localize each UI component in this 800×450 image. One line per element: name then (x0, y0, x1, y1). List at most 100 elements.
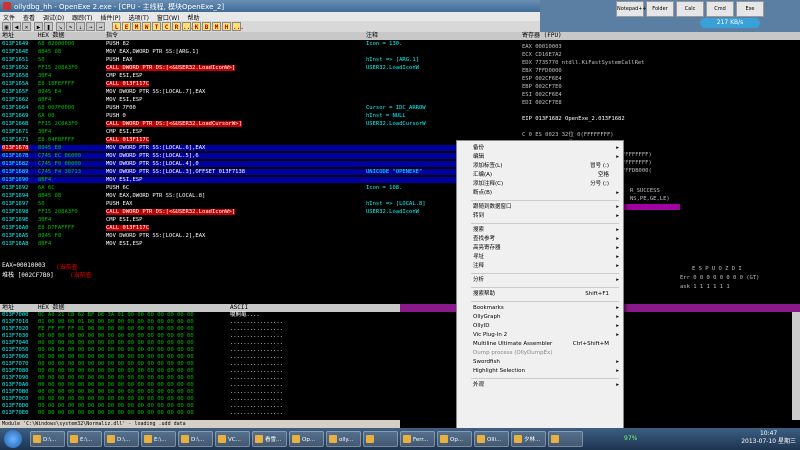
cmd-shortcut[interactable]: Cmd (706, 1, 734, 17)
restart-button[interactable]: ◀ (12, 22, 21, 31)
register-line[interactable]: C 0 ES 0023 32位 0(FFFFFFFF) (522, 132, 614, 138)
calc-shortcut[interactable]: Calc (676, 1, 704, 17)
context-menu-item[interactable]: Swordfish ▸ (457, 358, 623, 366)
context-menu-item[interactable]: 汇编(A) 空格 (457, 171, 623, 179)
disasm-row[interactable]: 013F1651 50 PUSH EAX hInst => [ARG.1] (0, 57, 520, 63)
dump-col-ascii[interactable]: ASCII (230, 304, 248, 312)
disasm-row[interactable]: 013F1694 8B45 08 MOV EAX,DWORD PTR SS:[LOC… (0, 193, 520, 199)
disasm-row[interactable]: 013F165F 8945 E4 MOV DWORD PTR SS:[LOCAL.7… (0, 89, 520, 95)
clock[interactable]: 10:47 2013-07-10 星期三 (741, 430, 796, 446)
disasm-row[interactable]: 013F1664 68 007F0000 PUSH 7F00 Cursor = IDC… (0, 105, 520, 111)
taskbar-button[interactable]: D:\... (178, 431, 213, 447)
context-menu-item[interactable]: 转到 ▸ (457, 212, 623, 220)
cpu-button[interactable]: C (162, 22, 171, 31)
run-trace-button[interactable]: ... (232, 22, 244, 31)
exe-shortcut[interactable]: Exe (736, 1, 764, 17)
register-line[interactable]: EAX 00010003 (522, 44, 562, 50)
taskbar-button[interactable]: D:\... (104, 431, 139, 447)
step-over-button[interactable]: ↷ (66, 22, 75, 31)
dump-row[interactable]: 013F7030 00 00 00 00 00 00 00 00 00 00 00… (0, 333, 400, 340)
memory-dump-pane[interactable]: 013F7000 0C A0 21 CB 62 BF DE 3A 01 00 00… (0, 312, 400, 420)
dump-row[interactable]: 013F7050 00 00 00 00 00 00 00 00 00 00 00… (0, 347, 400, 354)
context-menu-item[interactable]: 分析 ▸ (457, 276, 623, 284)
trace-into-button[interactable]: ⇣ (76, 22, 85, 31)
context-menu-item[interactable]: 寻址 ▸ (457, 253, 623, 261)
execute-till-return-button[interactable]: → (96, 22, 105, 31)
disasm-row[interactable]: 013F1697 50 PUSH EAX hInst => [LOCAL.8] (0, 201, 520, 207)
col-address[interactable]: 地址 (2, 32, 14, 40)
context-menu-item[interactable]: Vic Plug-In 2 ▸ (457, 331, 623, 339)
breakpoints-button[interactable]: B (202, 22, 211, 31)
taskbar-button[interactable]: E:\... (141, 431, 176, 447)
context-menu-item[interactable]: 查找参考 ▸ (457, 235, 623, 243)
trace-over-button[interactable]: ⇢ (86, 22, 95, 31)
pause-button[interactable]: ❚ (44, 22, 53, 31)
context-menu-item[interactable]: 搜索帮助 Shift+F1 (457, 290, 623, 298)
patches-button[interactable]: R (172, 22, 181, 31)
dump-row[interactable]: 013F7010 01 00 00 00 01 00 00 00 00 00 00… (0, 319, 400, 326)
register-line[interactable]: ESP 002CF6E4 (522, 76, 562, 82)
taskbar-button[interactable]: olly... (326, 431, 361, 447)
context-menu-item[interactable]: 编辑 ▸ (457, 153, 623, 161)
col-comment[interactable]: 注释 (366, 32, 378, 40)
context-menu-item[interactable]: 高亮寄存器 ▸ (457, 244, 623, 252)
notepad-shortcut[interactable]: Notepad++ (616, 1, 647, 17)
run-button[interactable]: ▶ (34, 22, 43, 31)
register-line[interactable]: EBP 002CF7E0 (522, 84, 562, 90)
context-menu-item[interactable]: OllyGraph ▸ (457, 313, 623, 321)
context-menu-item[interactable]: 备份 ▸ (457, 144, 623, 152)
dump-row[interactable]: 013F70E0 00 00 00 00 00 00 00 00 00 00 00… (0, 410, 400, 417)
disasm-row[interactable]: 013F1658 3BF4 CMP ESI,ESP (0, 73, 520, 79)
disassembly-pane[interactable]: 013F1649 68 82000000 PUSH 82 Icon = 130. 013… (0, 40, 520, 258)
context-menu-item[interactable]: 断点(B) ▸ (457, 189, 623, 197)
taskbar-button[interactable]: 看雪... (252, 431, 287, 447)
context-menu-item[interactable]: 搜索 ▸ (457, 226, 623, 234)
dump-row[interactable]: 013F70D0 00 00 00 00 00 00 00 00 00 00 00… (0, 403, 400, 410)
taskbar-button[interactable]: OlIi... (474, 431, 509, 447)
disasm-row[interactable]: 013F1698 FF15 208A3F0 CALL DWORD PTR DS:[<… (0, 209, 520, 215)
dump-row[interactable]: 013F7020 FE FF FF FF 01 00 00 00 00 00 00… (0, 326, 400, 333)
start-button[interactable] (4, 430, 22, 448)
open-button[interactable]: ▣ (2, 22, 11, 31)
executables-button[interactable]: E (122, 22, 131, 31)
taskbar-button[interactable]: D:\... (30, 431, 65, 447)
log-window-button[interactable]: L (112, 22, 121, 31)
dump-row[interactable]: 013F7000 0C A0 21 CB 62 BF DE 3A 01 00 00… (0, 312, 400, 319)
more-button[interactable]: ... (182, 22, 194, 31)
taskbar-button[interactable] (363, 431, 398, 447)
taskbar-button[interactable]: VC... (215, 431, 250, 447)
register-line[interactable]: EIP 013F1682 OpenExe_2.013F1682 (522, 116, 625, 122)
context-menu-item[interactable]: 添加标签(L) 冒号 (:) (457, 162, 623, 170)
call-stack-button[interactable]: K (192, 22, 201, 31)
disasm-row[interactable]: 013F16A8 8BF4 MOV ESI,ESP (0, 241, 520, 247)
taskbar-button[interactable]: Ferr... (400, 431, 435, 447)
register-line[interactable]: ESI 002CF6E4 (522, 92, 562, 98)
taskbar-button[interactable]: Op... (289, 431, 324, 447)
disasm-row[interactable]: 013F1671 3BF4 CMP ESI,ESP (0, 129, 520, 135)
disasm-row[interactable]: 013F164E 8B45 08 MOV EAX,DWORD PTR SS:[ARG… (0, 49, 520, 55)
dump-row[interactable]: 013F70B0 00 00 00 00 00 00 00 00 00 00 00… (0, 389, 400, 396)
disasm-row[interactable]: 013F1673 E8 04FBFFFF CALL 013F117C (0, 137, 520, 143)
taskbar-button[interactable] (548, 431, 583, 447)
context-menu-item[interactable]: OllyID ▸ (457, 322, 623, 330)
disasm-row[interactable]: 013F1682 C745 F0 00000 MOV DWORD PTR SS:[L… (0, 161, 520, 167)
dump-col-address[interactable]: 地址 (2, 304, 14, 312)
register-line[interactable]: EDX 7735770 ntdll.KiFastSystemCallRet (522, 60, 645, 66)
register-line[interactable]: EBX 7FFD0000 (522, 68, 562, 74)
register-line[interactable]: EDI 002CF7E8 (522, 100, 562, 106)
col-hex[interactable]: HEX 数据 (38, 32, 64, 40)
disasm-row[interactable]: 013F16A5 8945 F8 MOV DWORD PTR SS:[LOCAL.2… (0, 233, 520, 239)
disasm-row[interactable]: 013F1652 FF15 208A3F0 CALL DWORD PTR DS:[<… (0, 65, 520, 71)
windows-button[interactable]: W (142, 22, 151, 31)
context-menu-item[interactable]: Bookmarks ▸ (457, 304, 623, 312)
taskbar-button[interactable]: 夕林... (511, 431, 546, 447)
threads-button[interactable]: T (152, 22, 161, 31)
disasm-row[interactable]: 013F165A E8 1BFEFFFF CALL 013F117C (0, 81, 520, 87)
memory-map-button[interactable]: M (132, 22, 141, 31)
dump-row[interactable]: 013F7070 00 00 00 00 00 00 00 00 00 00 00… (0, 361, 400, 368)
dump-row[interactable]: 013F70C0 00 00 00 00 00 00 00 00 00 00 00… (0, 396, 400, 403)
context-menu-item[interactable]: 注释 ▸ (457, 262, 623, 270)
disasm-row[interactable]: 013F1689 C745 F4 38713 MOV DWORD PTR SS:[L… (0, 169, 520, 175)
battery-indicator[interactable]: 97% (624, 435, 637, 442)
memory-bp-button[interactable]: M (212, 22, 221, 31)
